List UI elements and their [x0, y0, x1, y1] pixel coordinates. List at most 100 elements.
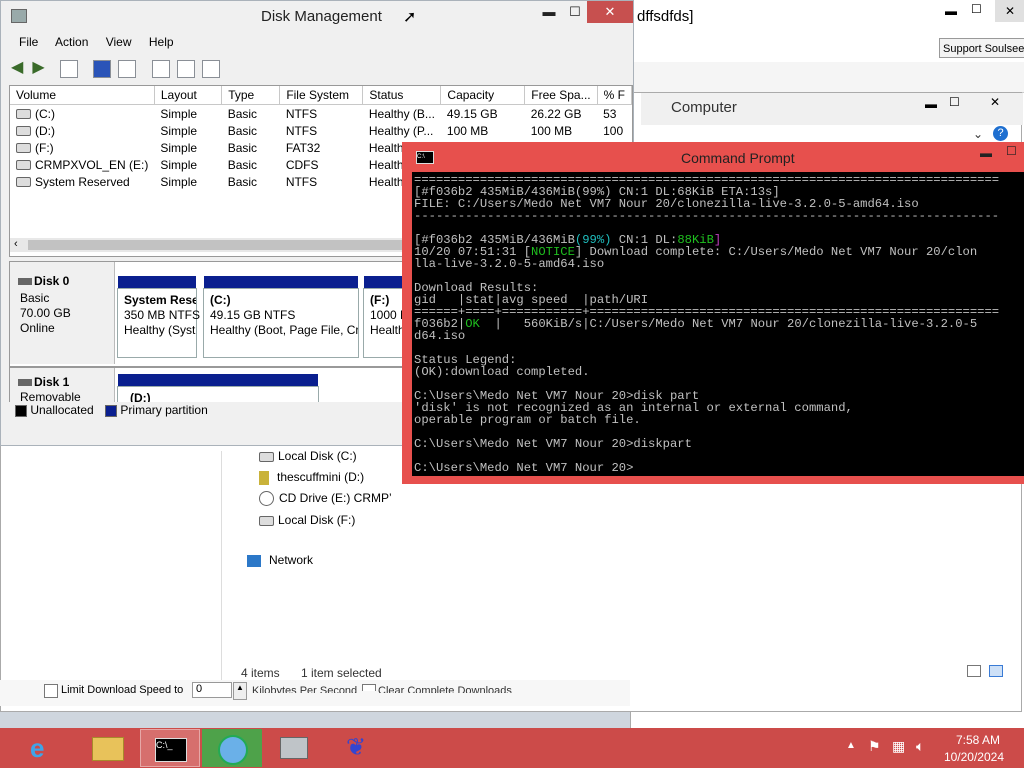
command-prompt-taskbar-button[interactable]: C:\_ [140, 729, 200, 767]
close-button[interactable]: ✕ [995, 0, 1024, 22]
column-volume[interactable]: Volume [10, 86, 155, 105]
drive-icon [16, 177, 31, 188]
computer-close-button[interactable]: ✕ [973, 95, 1017, 115]
dm-menubar: File Action View Help [19, 35, 188, 49]
clock-date[interactable]: 10/20/2024 [940, 750, 1004, 764]
primary-partition-swatch [105, 404, 118, 417]
volume-icon[interactable]: 🔈︎ [916, 738, 924, 755]
dm-title: Disk Management [261, 8, 382, 25]
scroll-left-icon[interactable]: ‹ [14, 238, 18, 250]
column-free-space[interactable]: Free Spa... [524, 86, 598, 105]
command-prompt-window: C:\ Command Prompt ▬ ☐ =================… [402, 142, 1024, 484]
legend: Unallocated Primary partition [15, 403, 208, 417]
flag-icon[interactable]: ⚑ [868, 738, 881, 755]
partition-c[interactable]: (C:) 49.15 GB NTFS Healthy (Boot, Page F… [203, 276, 359, 358]
settings-icon[interactable] [202, 59, 221, 78]
dm-maximize-button[interactable]: ☐ [561, 1, 589, 23]
usb-drive-icon [259, 470, 269, 485]
column-type[interactable]: Type [221, 86, 281, 105]
menu-help[interactable]: Help [149, 35, 174, 49]
feather-icon: ❦ [346, 734, 367, 761]
internet-explorer-button[interactable]: e [16, 729, 76, 767]
soulseek-button[interactable] [202, 729, 262, 767]
computer-minimize-button[interactable]: ▬ [925, 97, 937, 111]
navigation-pane [43, 451, 222, 681]
table-row[interactable]: (D:) Simple Basic NTFS Healthy (P... 100… [10, 122, 632, 139]
chevron-down-icon[interactable]: ⌄ [973, 127, 983, 141]
support-soulseek-button[interactable]: Support Soulseek [939, 38, 1024, 58]
console-output[interactable]: ========================================… [412, 172, 1024, 476]
menu-file[interactable]: File [19, 35, 38, 49]
column-percent-free[interactable]: % F [597, 86, 632, 105]
dm-minimize-button[interactable]: ▬ [535, 1, 563, 23]
disk-management-icon [280, 737, 308, 759]
network-item[interactable]: Network [247, 553, 313, 567]
drive-icon [16, 109, 31, 120]
column-status[interactable]: Status [362, 86, 442, 105]
help-icon[interactable]: ? [993, 126, 1008, 141]
drive-e-item[interactable]: CD Drive (E:) CRMP’ [259, 491, 392, 507]
soulseek-footer: Limit Download Speed to 0 ▲ Kilobytes Pe… [0, 680, 630, 706]
clock-time[interactable]: 7:58 AM [950, 733, 1000, 747]
drive-icon [16, 143, 31, 154]
limit-speed-label: Limit Download Speed to [61, 684, 184, 696]
disk-management-app-icon [11, 9, 27, 23]
hard-drive-icon [259, 515, 274, 526]
soulseek-icon [218, 735, 248, 765]
computer-title: Computer [671, 99, 737, 116]
back-arrow-icon[interactable]: ◀ [11, 57, 29, 77]
volume-table-header: Volume Layout Type File System Status Ca… [10, 86, 632, 105]
limit-speed-checkbox[interactable] [44, 684, 58, 698]
menu-action[interactable]: Action [55, 35, 88, 49]
menu-view[interactable]: View [106, 35, 132, 49]
disk1-info[interactable]: Disk 1 Removable [10, 368, 115, 402]
limit-speed-spinner[interactable]: ▲ [233, 682, 247, 700]
partition-bar [204, 276, 358, 288]
item-count: 4 items [241, 666, 280, 680]
rescan-icon[interactable] [177, 59, 196, 78]
details-view-icon[interactable] [967, 665, 981, 677]
forward-arrow-icon[interactable]: ▶ [32, 57, 56, 77]
partition-system-reserved[interactable]: System Rese 350 MB NTFS Healthy (Syst [117, 276, 200, 358]
hard-drive-icon [259, 451, 274, 462]
limit-speed-input[interactable]: 0 [192, 682, 232, 698]
dm-toolbar: ◀ ▶ [11, 57, 224, 78]
column-file-system[interactable]: File System [279, 86, 364, 105]
app-button[interactable]: ❦ [326, 729, 386, 767]
view-icon[interactable] [118, 59, 137, 78]
dm-close-button[interactable]: ✕ [587, 1, 633, 23]
disk1-type: Removable [20, 390, 81, 402]
minimize-button[interactable]: ▬ [945, 4, 957, 18]
partition-bar [118, 374, 318, 386]
mouse-cursor-icon: ➚ [403, 9, 417, 26]
refresh-icon[interactable] [151, 59, 170, 78]
file-explorer-button[interactable] [78, 729, 138, 767]
taskbar: e C:\_ ❦ ▲ ⚑ ▦ 🔈︎ 7:58 AM 10/20/2024 [0, 728, 1024, 768]
help-book-icon[interactable] [93, 59, 112, 78]
selection-count: 1 item selected [301, 666, 382, 680]
computer-maximize-button[interactable]: ☐ [949, 95, 960, 109]
column-capacity[interactable]: Capacity [440, 86, 526, 105]
partition-bar [118, 276, 196, 288]
disk-management-taskbar-button[interactable] [264, 729, 324, 767]
scrollbar-thumb[interactable] [28, 240, 408, 250]
disk0-info[interactable]: Disk 0 Basic 70.00 GB Online [10, 262, 115, 364]
cmd-minimize-button[interactable]: ▬ [980, 146, 992, 160]
column-layout[interactable]: Layout [154, 86, 223, 105]
cd-drive-icon [259, 491, 274, 507]
drive-c-item[interactable]: Local Disk (C:) [259, 449, 357, 463]
partition-d[interactable]: (D:) [117, 374, 319, 402]
cmd-maximize-button[interactable]: ☐ [1006, 144, 1017, 158]
maximize-button[interactable]: ☐ [971, 2, 982, 16]
show-hidden-icons[interactable]: ▲ [846, 740, 856, 751]
clear-complete-checkbox[interactable] [362, 684, 376, 691]
disk-icon [18, 278, 32, 285]
drive-d-item[interactable]: thescuffmini (D:) [259, 470, 364, 485]
properties-icon[interactable] [59, 59, 78, 78]
speed-unit-label: Kilobytes Per Second [252, 685, 358, 693]
large-icons-view-icon[interactable] [989, 665, 1003, 677]
disk0-name: Disk 0 [34, 274, 70, 288]
drive-f-item[interactable]: Local Disk (F:) [259, 513, 355, 527]
table-row[interactable]: (C:) Simple Basic NTFS Healthy (B... 49.… [10, 105, 632, 123]
network-tray-icon[interactable]: ▦ [892, 738, 905, 755]
